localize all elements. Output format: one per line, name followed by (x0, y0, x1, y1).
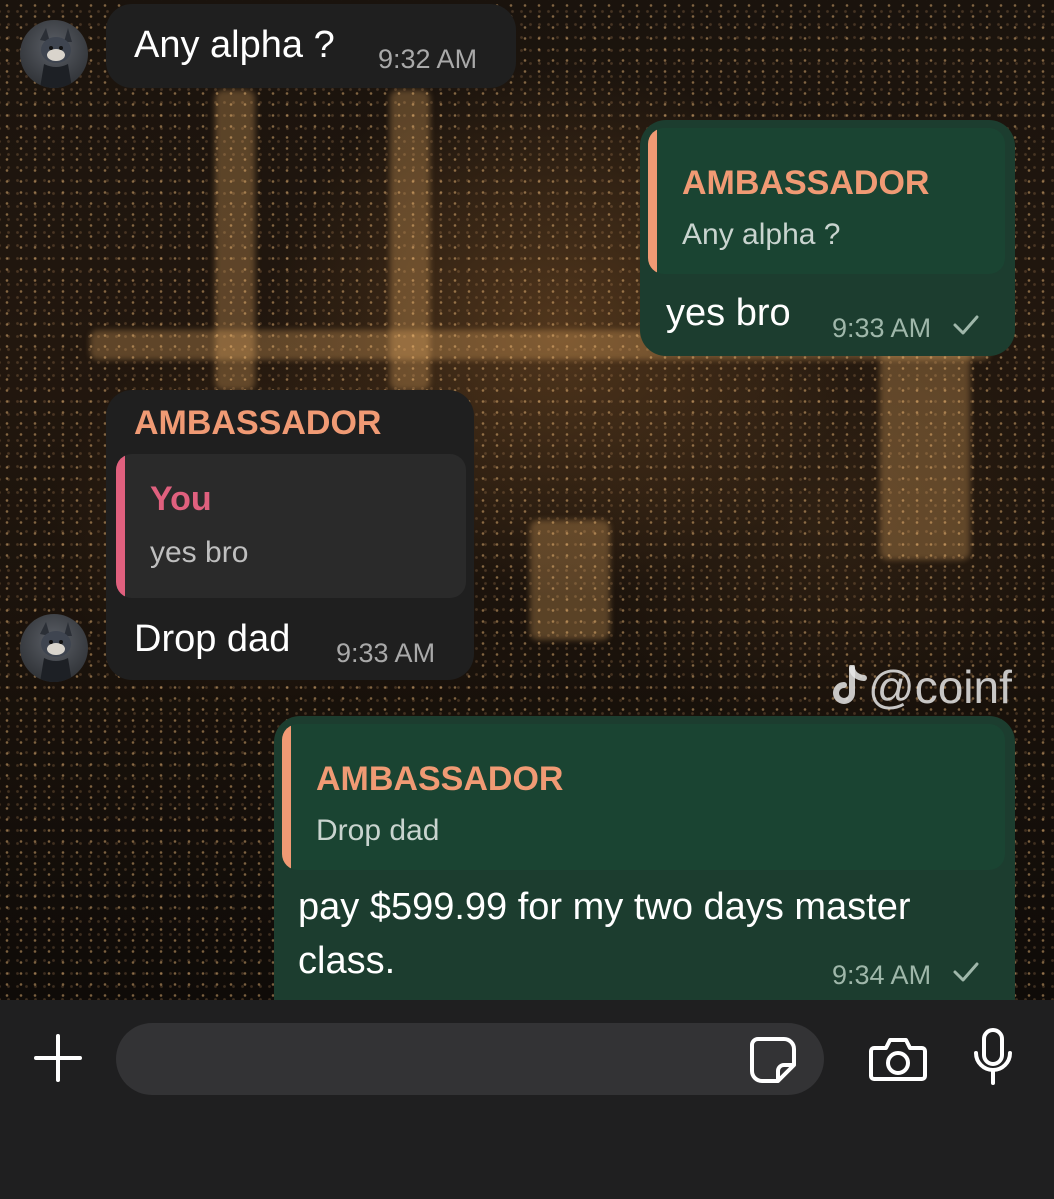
reply-text: yes bro (150, 536, 249, 569)
cat-avatar-icon (40, 28, 72, 88)
watermark-handle: @coinf (868, 661, 1012, 713)
message-text: Any alpha ? (134, 24, 335, 66)
avatar[interactable] (20, 20, 88, 88)
reply-sender-name: AMBASSADOR (316, 760, 564, 798)
message-time: 9:34 AM (832, 960, 932, 990)
plus-icon[interactable] (30, 1030, 86, 1086)
reply-sender-name: You (150, 480, 212, 518)
message-time: 9:33 AM (336, 638, 436, 668)
reply-text: Drop dad (316, 814, 440, 847)
reply-bar (282, 724, 291, 870)
reply-text: Any alpha ? (682, 218, 841, 251)
sticker-icon[interactable] (748, 1035, 798, 1085)
reply-preview[interactable]: AMBASSADOR Drop dad (282, 724, 1005, 870)
message-bubble-outgoing[interactable]: AMBASSADOR Drop dad pay $599.99 for my t… (274, 716, 1015, 1016)
sender-name: AMBASSADOR (134, 404, 382, 442)
avatar[interactable] (20, 614, 88, 682)
message-time: 9:33 AM (832, 313, 932, 343)
cat-avatar-icon (40, 622, 72, 682)
message-bubble-incoming[interactable]: Any alpha ? 9:32 AM (106, 4, 516, 88)
reply-sender-name: AMBASSADOR (682, 164, 930, 202)
message-text: Drop dad (134, 618, 291, 660)
reply-bar (648, 128, 657, 274)
read-check-icon (953, 315, 979, 335)
reply-preview[interactable]: AMBASSADOR Any alpha ? (648, 128, 1005, 274)
message-bubble-outgoing[interactable]: AMBASSADOR Any alpha ? yes bro 9:33 AM (640, 120, 1015, 356)
reply-bar (116, 454, 125, 598)
tiktok-logo-icon (833, 664, 867, 704)
message-input[interactable] (116, 1023, 824, 1095)
read-check-icon (953, 962, 979, 982)
microphone-icon[interactable] (971, 1027, 1015, 1087)
camera-icon[interactable] (868, 1034, 928, 1084)
tiktok-watermark: @coinf (832, 660, 1012, 714)
reply-preview[interactable]: You yes bro (116, 454, 466, 598)
message-time: 9:32 AM (378, 44, 478, 74)
message-text: yes bro (666, 292, 791, 334)
message-bubble-incoming[interactable]: AMBASSADOR You yes bro Drop dad 9:33 AM (106, 390, 474, 680)
